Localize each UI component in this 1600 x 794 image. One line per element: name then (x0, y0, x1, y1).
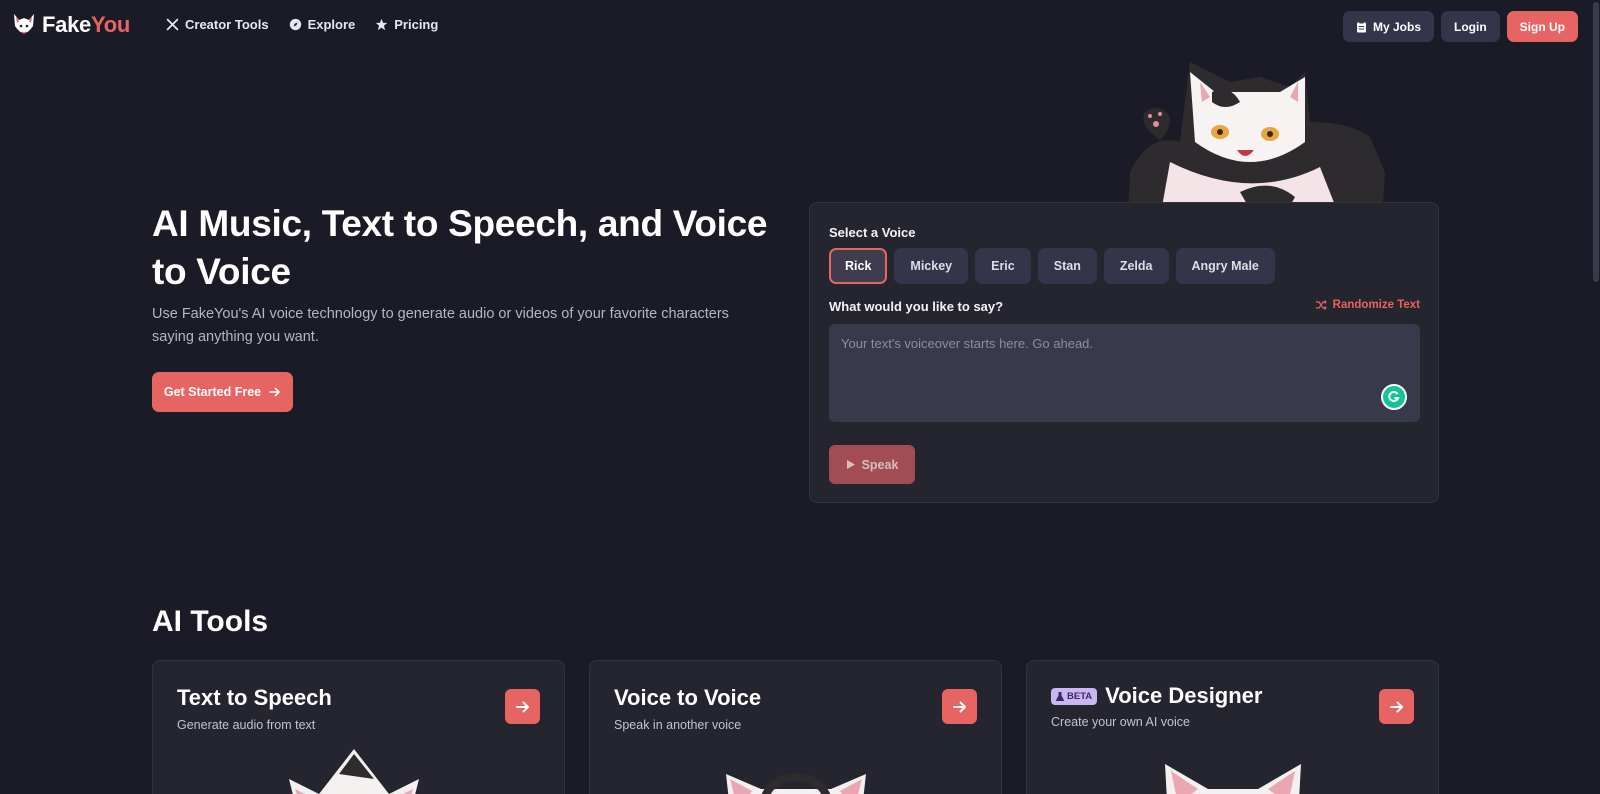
ai-tools-heading: AI Tools (152, 605, 269, 638)
page-scrollbar[interactable] (1592, 0, 1600, 794)
tool-subtitle: Generate audio from text (177, 718, 316, 732)
top-nav: FakeYou Creator Tools Explore Pricing My… (0, 0, 1600, 52)
play-icon (846, 460, 855, 469)
beta-label: BETA (1067, 690, 1093, 702)
nav-pricing[interactable]: Pricing (375, 17, 438, 32)
logo-text-fake: Fake (42, 12, 91, 37)
get-started-label: Get Started Free (163, 385, 262, 399)
arrow-right-icon (952, 701, 966, 712)
tool-subtitle: Create your own AI voice (1051, 715, 1190, 729)
arrow-right-icon (515, 701, 529, 712)
voice-angry-male[interactable]: Angry Male (1175, 248, 1275, 284)
my-jobs-label: My Jobs (1373, 19, 1422, 34)
tool-open-button[interactable] (1379, 689, 1414, 724)
tts-card: Select a Voice Rick Mickey Eric Stan Zel… (809, 202, 1439, 503)
tool-card-text-to-speech[interactable]: Text to Speech Generate audio from text (152, 660, 565, 794)
tool-card-voice-designer[interactable]: BETA Voice Designer Create your own AI v… (1026, 660, 1439, 794)
mascot-ears-illustration (1164, 764, 1301, 794)
logo-text-you: You (90, 12, 130, 37)
arrow-right-icon (269, 387, 280, 397)
nav-pricing-label: Pricing (394, 17, 439, 32)
tool-title: Voice to Voice (614, 685, 762, 710)
hero-title: AI Music, Text to Speech, and Voice to V… (152, 203, 768, 292)
tool-title: Text to Speech (177, 685, 332, 710)
voice-stan[interactable]: Stan (1037, 248, 1097, 284)
tool-title: Voice Designer (1105, 683, 1263, 708)
arrow-right-icon (1389, 701, 1403, 712)
scrollbar-thumb[interactable] (1593, 2, 1599, 282)
speak-label: Speak (861, 457, 899, 472)
flask-icon (1056, 691, 1064, 701)
speak-button[interactable]: Speak (829, 445, 915, 484)
randomize-text-button[interactable]: Randomize Text (1315, 299, 1420, 311)
voice-rick[interactable]: Rick (829, 248, 888, 284)
get-started-button[interactable]: Get Started Free (152, 372, 293, 412)
tts-text-input[interactable] (829, 324, 1420, 422)
voice-mickey[interactable]: Mickey (894, 248, 969, 284)
logo[interactable]: FakeYou (12, 10, 130, 40)
voice-eric[interactable]: Eric (975, 248, 1031, 284)
mascot-headphones-illustration (725, 772, 866, 794)
star-icon (376, 18, 388, 31)
hero-subtitle: Use FakeYou's AI voice technology to gen… (152, 306, 729, 345)
nav-creator-tools[interactable]: Creator Tools (166, 17, 269, 32)
nav-explore[interactable]: Explore (289, 17, 356, 32)
clipboard-icon (1357, 21, 1366, 32)
voice-zelda[interactable]: Zelda (1103, 248, 1169, 284)
nav-explore-label: Explore (307, 17, 356, 32)
my-jobs-button[interactable]: My Jobs (1343, 11, 1435, 42)
login-button[interactable]: Login (1441, 11, 1500, 42)
grammarly-icon[interactable] (1381, 384, 1407, 410)
tool-subtitle: Speak in another voice (614, 718, 742, 732)
tool-open-button[interactable] (942, 689, 977, 724)
compass-icon (289, 18, 301, 31)
mascot-ears-illustration (288, 749, 419, 794)
nav-creator-tools-label: Creator Tools (185, 17, 269, 32)
signup-button[interactable]: Sign Up (1506, 11, 1578, 42)
randomize-text-label: Randomize Text (1332, 299, 1420, 311)
beta-badge: BETA (1051, 687, 1098, 705)
tool-open-button[interactable] (505, 689, 540, 724)
fox-logo-icon (14, 14, 34, 34)
tools-icon (166, 18, 179, 31)
prompt-label: What would you like to say? (829, 299, 1004, 314)
voice-list: Rick Mickey Eric Stan Zelda Angry Male (829, 248, 1275, 284)
shuffle-icon (1315, 300, 1327, 310)
mascot-cat-illustration (1128, 62, 1385, 218)
tool-card-voice-to-voice[interactable]: Voice to Voice Speak in another voice (589, 660, 1002, 794)
select-voice-label: Select a Voice (829, 225, 916, 240)
